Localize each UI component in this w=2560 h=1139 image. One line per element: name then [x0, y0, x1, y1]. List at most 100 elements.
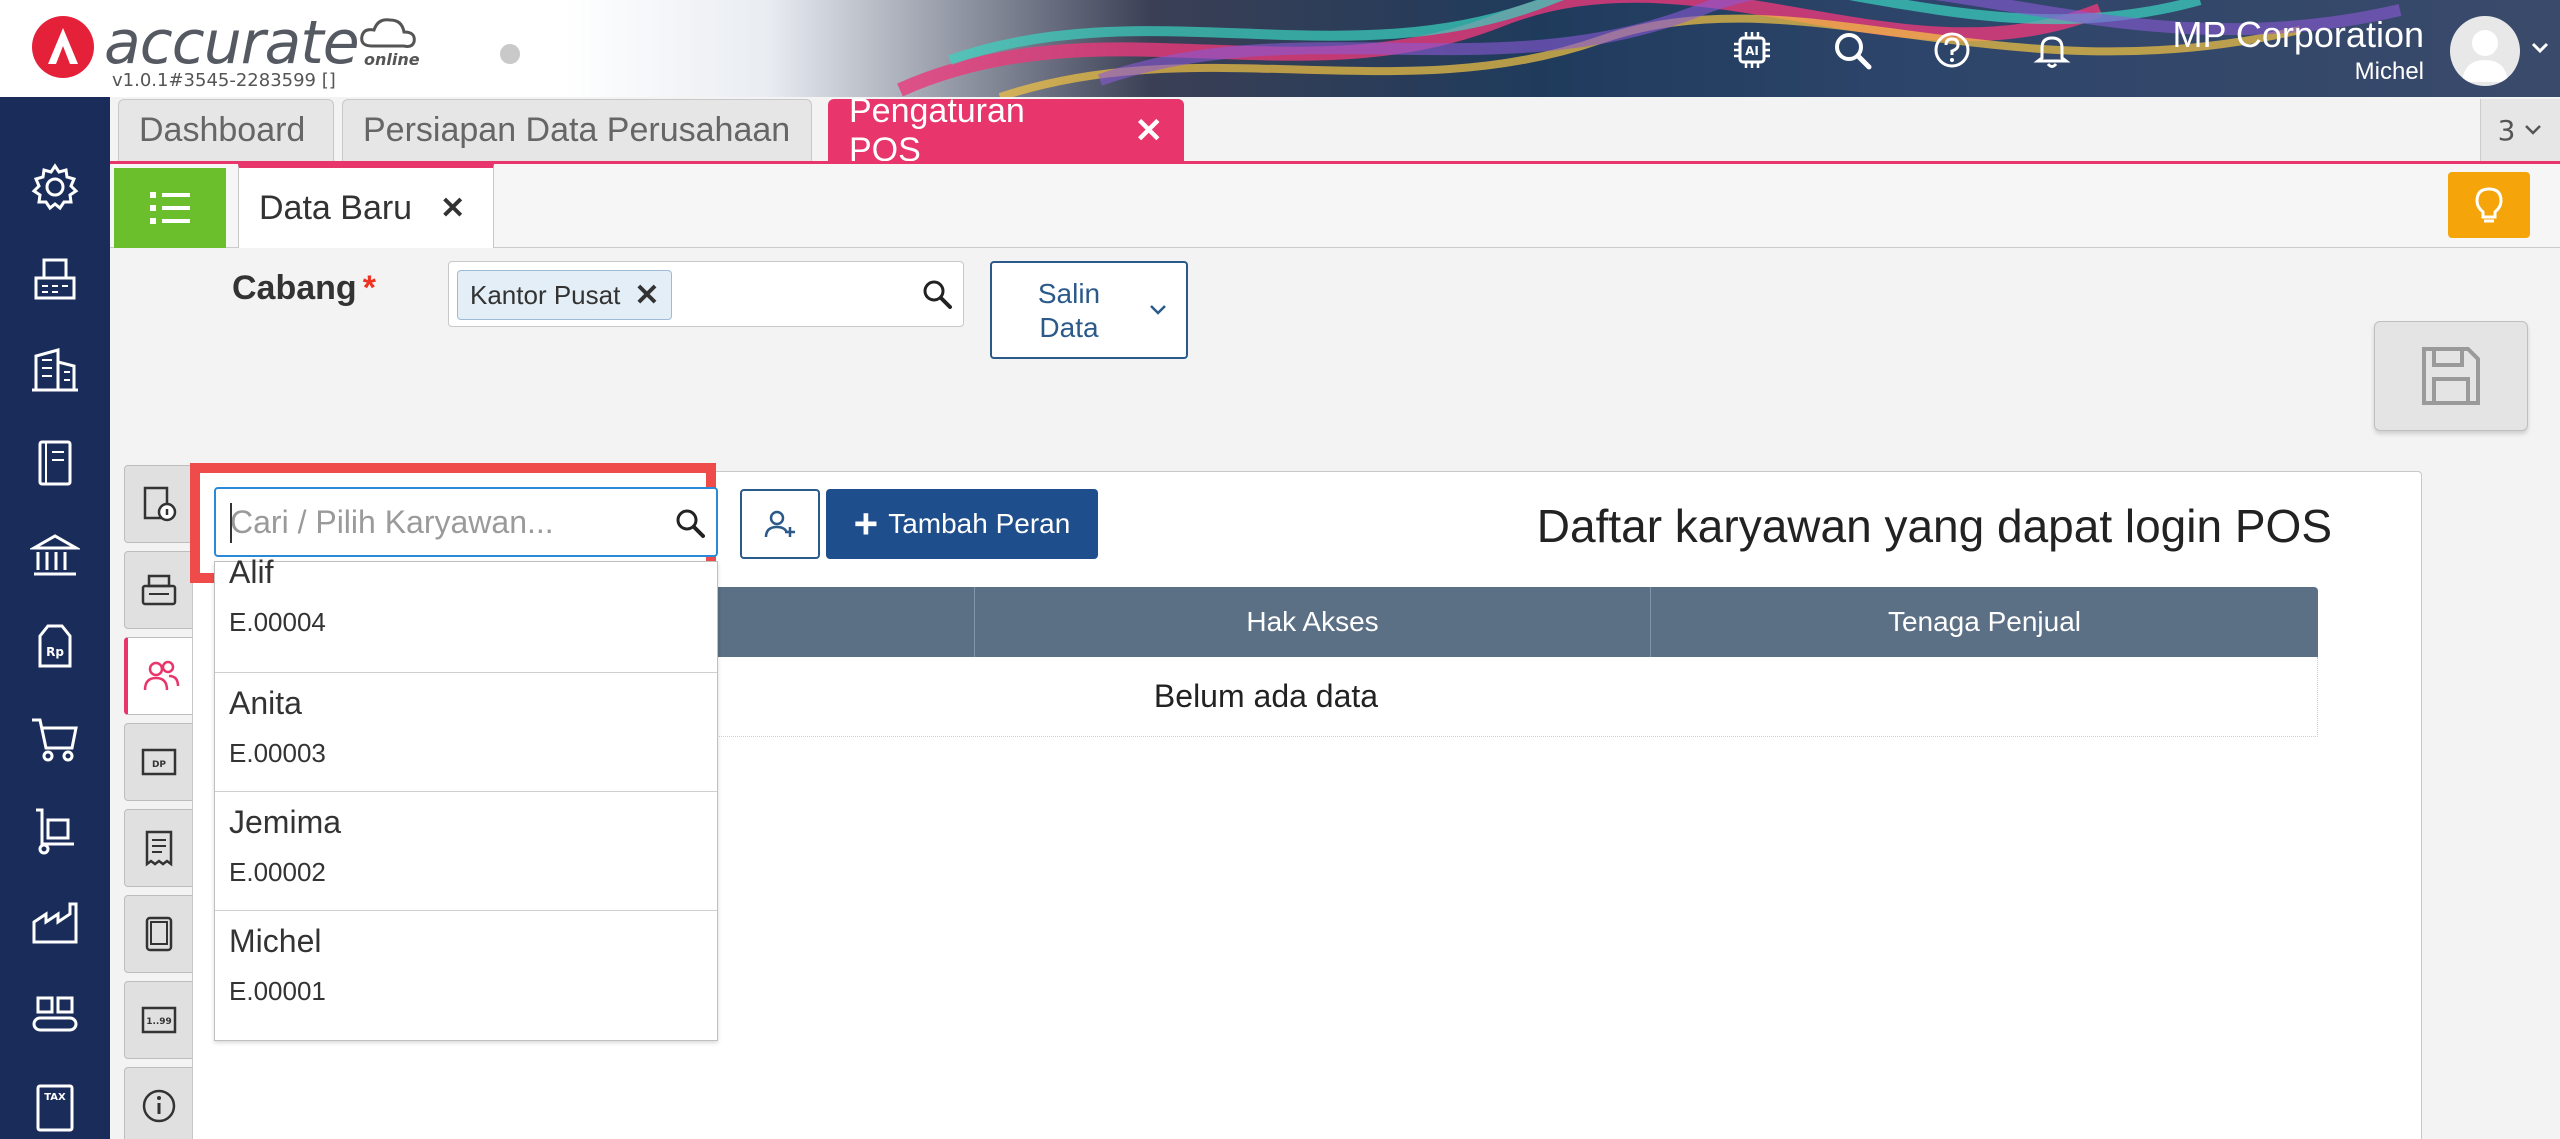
form-content: Cabang * Kantor Pusat ✕ Salin Data DP 1.… [110, 249, 2560, 1139]
column-header-tenaga-penjual: Tenaga Penjual [1650, 587, 2318, 657]
side-tab-numbering[interactable]: 1..99 [124, 981, 194, 1059]
main-area: Dashboard Persiapan Data Perusahaan Peng… [110, 92, 2560, 1139]
cabang-chip: Kantor Pusat ✕ [457, 270, 673, 320]
close-tab-icon[interactable]: ✕ [1135, 111, 1164, 151]
tablet-icon [145, 916, 173, 952]
receipt-icon [145, 830, 173, 867]
search-icon[interactable] [674, 507, 706, 539]
search-icon[interactable] [921, 278, 953, 310]
list-item[interactable]: Michel E.00001 [215, 911, 717, 1030]
salin-data-button[interactable]: Salin Data [990, 261, 1188, 359]
tab-count-value: 3 [2497, 113, 2516, 147]
employee-search-input[interactable] [230, 495, 660, 549]
svg-text:Rp: Rp [46, 645, 64, 659]
fax-machine-icon[interactable] [27, 251, 83, 307]
subtab-label: Data Baru [259, 188, 413, 227]
users-icon [143, 660, 180, 691]
close-icon[interactable]: ✕ [440, 191, 465, 226]
required-mark: * [362, 269, 376, 307]
top-tabs: Dashboard Persiapan Data Perusahaan Peng… [110, 92, 2560, 169]
ai-chip-icon[interactable]: AI [1730, 28, 1774, 72]
employee-name: Anita [229, 685, 302, 721]
logo-online-text: online [364, 50, 420, 69]
logo-text: accurate [104, 8, 360, 78]
tambah-peran-button[interactable]: + Tambah Peran [826, 489, 1098, 559]
bank-icon[interactable] [27, 527, 83, 583]
remove-chip-icon[interactable]: ✕ [634, 278, 659, 313]
factory-icon[interactable] [27, 895, 83, 951]
side-tab-down-payment[interactable]: DP [124, 723, 194, 801]
cabang-label-text: Cabang [232, 269, 357, 307]
cabang-label: Cabang * [232, 269, 376, 308]
tips-button[interactable] [2448, 172, 2530, 238]
list-view-button[interactable] [114, 168, 226, 248]
employee-code: E.00004 [229, 607, 326, 637]
cabang-chip-label: Kantor Pusat [470, 279, 621, 310]
lightbulb-icon [2475, 187, 2503, 223]
bell-icon[interactable] [2030, 28, 2074, 72]
left-navigation: Rp TAX [0, 97, 110, 1139]
save-button[interactable] [2374, 321, 2528, 431]
chevron-down-icon[interactable] [2530, 40, 2550, 59]
side-tab-employees[interactable] [124, 637, 194, 715]
svg-text:AI: AI [1745, 44, 1759, 58]
tambah-peran-label: Tambah Peran [888, 508, 1071, 539]
add-user-icon [764, 510, 795, 538]
cloud-icon [360, 18, 416, 48]
price-tag-icon[interactable]: Rp [27, 619, 83, 675]
conveyor-icon[interactable] [27, 987, 83, 1043]
tab-label: Dashboard [139, 111, 306, 149]
down-payment-icon: DP [141, 748, 177, 776]
employee-search-field[interactable] [214, 487, 718, 557]
side-tab-document-info[interactable] [124, 465, 194, 543]
list-item[interactable]: Anita E.00003 [215, 673, 717, 792]
cabang-select[interactable]: Kantor Pusat ✕ [448, 261, 964, 327]
tab-label: Persiapan Data Perusahaan [363, 111, 791, 149]
svg-text:DP: DP [152, 760, 166, 770]
tax-calculator-icon[interactable]: TAX [27, 1079, 83, 1135]
employee-name: Jemima [229, 804, 342, 840]
employee-name: Alif [229, 554, 274, 590]
app-header: accurate online v1.0.1#3545-2283599 [] A… [0, 0, 2560, 97]
numbering-icon: 1..99 [141, 1006, 177, 1034]
company-name: MP Corporation [2172, 14, 2424, 55]
svg-text:TAX: TAX [44, 1092, 66, 1103]
tab-label: Pengaturan POS [849, 91, 1025, 169]
building-icon[interactable] [27, 343, 83, 399]
list-item[interactable]: Alif E.00004 [215, 554, 717, 673]
hand-truck-icon[interactable] [27, 803, 83, 859]
text-cursor [230, 503, 232, 543]
subtab-row: Data Baru ✕ [110, 164, 2560, 248]
floppy-disk-icon [2422, 347, 2480, 405]
plus-icon: + [853, 500, 879, 547]
side-tab-tablet[interactable] [124, 895, 194, 973]
search-icon[interactable] [1830, 28, 1874, 72]
ledger-book-icon[interactable] [27, 435, 83, 491]
accurate-logo-icon [32, 16, 94, 78]
tab-persiapan-data-perusahaan[interactable]: Persiapan Data Perusahaan [342, 99, 812, 161]
app-version: v1.0.1#3545-2283599 [] [112, 70, 336, 91]
chevron-down-icon [1150, 305, 1166, 315]
avatar[interactable] [2450, 16, 2520, 86]
employee-name: Michel [229, 923, 322, 959]
settings-gear-icon[interactable] [27, 159, 83, 215]
employee-code: E.00002 [229, 857, 326, 887]
side-tab-receipt[interactable] [124, 809, 194, 887]
user-name: Michel [2354, 58, 2424, 85]
salin-line1: Salin [1037, 278, 1101, 309]
tab-count-dropdown[interactable]: 3 [2480, 99, 2560, 161]
side-tab-info[interactable] [124, 1067, 194, 1139]
add-employee-button[interactable] [740, 489, 820, 559]
tab-dashboard[interactable]: Dashboard [118, 99, 334, 161]
side-tab-cash-register[interactable] [124, 551, 194, 629]
subtab-data-baru[interactable]: Data Baru ✕ [238, 164, 494, 248]
company-info[interactable]: MP Corporation Michel [2173, 14, 2424, 86]
salin-line2: Data [1039, 312, 1099, 343]
panel-title: Daftar karyawan yang dapat login POS [1536, 500, 2332, 552]
info-icon [142, 1089, 176, 1123]
list-icon [150, 192, 190, 224]
tab-pengaturan-pos[interactable]: Pengaturan POS ✕ [828, 92, 1184, 169]
list-item[interactable]: Jemima E.00002 [215, 792, 717, 911]
shopping-cart-icon[interactable] [27, 711, 83, 767]
help-icon[interactable] [1930, 28, 1974, 72]
